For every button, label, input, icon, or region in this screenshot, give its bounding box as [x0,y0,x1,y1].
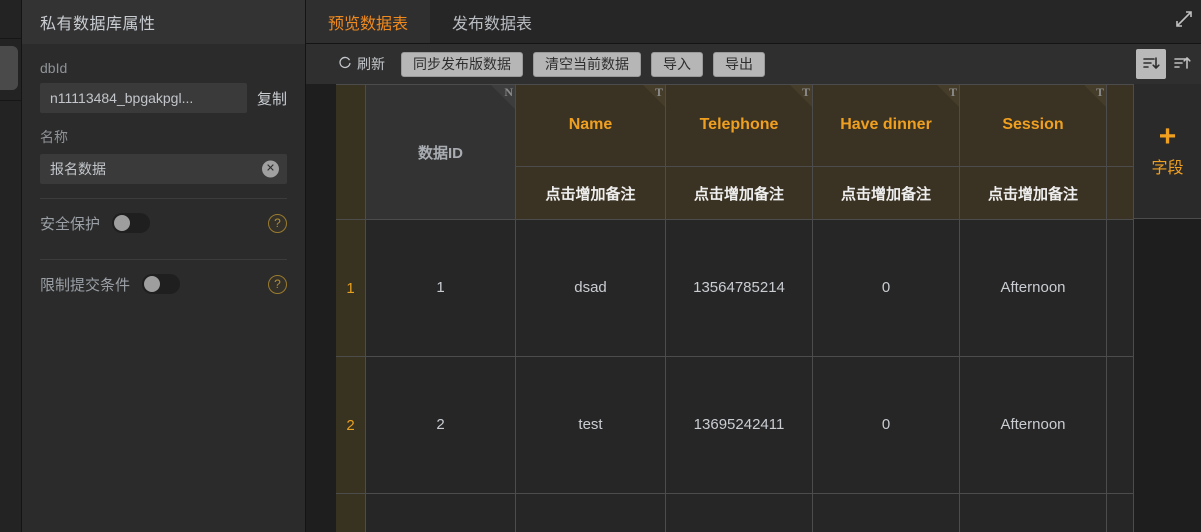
private-db-properties-panel: 私有数据库属性 dbId 复制 名称 ✕ 安全保护 ? [22,0,306,532]
table-row[interactable]: 2 2 test 13695242411 0 Afternoon [336,356,1176,494]
cell-session[interactable]: Afternoon [959,356,1107,494]
column-type-mark: T [948,85,957,99]
security-protection-row: 安全保护 ? [40,199,287,247]
table-toolbar: 刷新 同步发布版数据 清空当前数据 导入 导出 [306,44,1201,84]
name-label: 名称 [40,129,68,145]
security-protection-toggle[interactable] [112,213,151,233]
security-protection-label: 安全保护 [40,215,101,233]
app-root: 私有数据库属性 dbId 复制 名称 ✕ 安全保护 ? [0,0,1201,532]
column-note[interactable]: 点击增加备注 [516,167,665,219]
cell-have-dinner[interactable] [812,493,960,532]
panel-title: 私有数据库属性 [22,0,305,44]
dbid-label: dbId [40,60,68,76]
column-header-name[interactable]: T Name 点击增加备注 [515,84,666,220]
export-button[interactable]: 导出 [713,51,765,77]
data-table-scroll[interactable]: N 数据ID T Name 点击增加备注 T Telephone 点击增加备注 … [306,84,1201,532]
name-input[interactable] [40,154,287,184]
toggle-knob [114,215,131,231]
table-row[interactable]: 3 [336,493,1176,532]
tab-bar: 预览数据表 发布数据表 [306,0,1201,44]
import-button[interactable]: 导入 [651,51,703,77]
column-note[interactable]: 点击增加备注 [813,167,959,219]
column-type-mark: T [654,85,663,99]
cell-telephone[interactable] [665,493,813,532]
plus-icon: + [1158,120,1177,153]
name-row: ✕ [40,154,287,184]
refresh-button[interactable]: 刷新 [338,54,385,74]
row-index: 1 [336,219,366,357]
column-type-mark: N [504,85,513,99]
column-header-have-dinner[interactable]: T Have dinner 点击增加备注 [812,84,960,220]
expand-arrows-icon[interactable] [1173,8,1195,30]
cell-data-id[interactable]: 2 [365,356,516,494]
column-type-mark: T [1095,85,1104,99]
column-header-data-id[interactable]: N 数据ID [365,84,516,220]
table-head: N 数据ID T Name 点击增加备注 T Telephone 点击增加备注 … [336,84,1176,220]
cell-data-id[interactable] [365,493,516,532]
main-area: 预览数据表 发布数据表 刷新 同步发布版数据 清空当前数据 导入 导出 N 数据… [306,0,1201,532]
security-protection-help-icon[interactable]: ? [268,213,287,233]
copy-dbid-button[interactable]: 复制 [257,88,287,109]
refresh-label: 刷新 [357,56,385,72]
add-field-column-filler [1133,219,1201,532]
submit-restriction-row: 限制提交条件 ? [40,260,287,308]
cell-data-id[interactable]: 1 [365,219,516,357]
table-row[interactable]: 1 1 dsad 13564785214 0 Afternoon [336,219,1176,357]
row-index: 2 [336,356,366,494]
name-input-wrap: ✕ [40,154,287,184]
clear-current-data-button[interactable]: 清空当前数据 [533,51,641,77]
submit-restriction-label: 限制提交条件 [40,276,131,294]
table-header-row: N 数据ID T Name 点击增加备注 T Telephone 点击增加备注 … [336,84,1176,220]
column-header-label: 数据ID [417,144,463,162]
rail-divider-top [0,38,22,39]
sort-descending-icon[interactable] [1136,49,1166,79]
column-header-telephone[interactable]: T Telephone 点击增加备注 [665,84,813,220]
column-note[interactable]: 点击增加备注 [666,167,812,219]
row-index: 3 [336,493,366,532]
clear-circle-icon[interactable]: ✕ [262,160,279,178]
dbid-input[interactable] [40,83,247,113]
cell-name[interactable]: test [515,356,666,494]
column-header-session[interactable]: T Session 点击增加备注 [959,84,1107,220]
cell-name[interactable] [515,493,666,532]
cell-name[interactable]: dsad [515,219,666,357]
column-note[interactable]: 点击增加备注 [960,167,1106,219]
cell-session[interactable] [959,493,1107,532]
add-field-button[interactable]: + 字段 [1133,84,1201,219]
submit-restriction-help-icon[interactable]: ? [268,274,287,294]
refresh-icon [338,56,352,73]
data-table: N 数据ID T Name 点击增加备注 T Telephone 点击增加备注 … [336,84,1176,532]
cell-session[interactable]: Afternoon [959,219,1107,357]
cell-have-dinner[interactable]: 0 [812,356,960,494]
row-gutter-header [336,84,366,220]
toggle-knob [144,276,161,292]
rail-collapsed-panel-chip[interactable] [0,46,18,90]
table-body: 1 1 dsad 13564785214 0 Afternoon 2 2 tes… [336,219,1176,532]
sort-button-group [1136,49,1197,79]
add-field-label: 字段 [1151,160,1184,177]
panel-body: dbId 复制 名称 ✕ 安全保护 ? 限制提交条件 [22,44,305,308]
tab-preview-table[interactable]: 预览数据表 [306,0,431,43]
sort-ascending-icon[interactable] [1167,49,1197,79]
tab-published-table[interactable]: 发布数据表 [430,0,554,43]
sync-published-data-button[interactable]: 同步发布版数据 [401,51,523,77]
cell-telephone[interactable]: 13564785214 [665,219,813,357]
rail-divider-bottom [0,100,22,101]
column-type-mark: T [801,85,810,99]
cell-telephone[interactable]: 13695242411 [665,356,813,494]
cell-have-dinner[interactable]: 0 [812,219,960,357]
dbid-row: 复制 [40,83,287,113]
submit-restriction-toggle[interactable] [142,274,181,294]
left-rail [0,0,22,532]
